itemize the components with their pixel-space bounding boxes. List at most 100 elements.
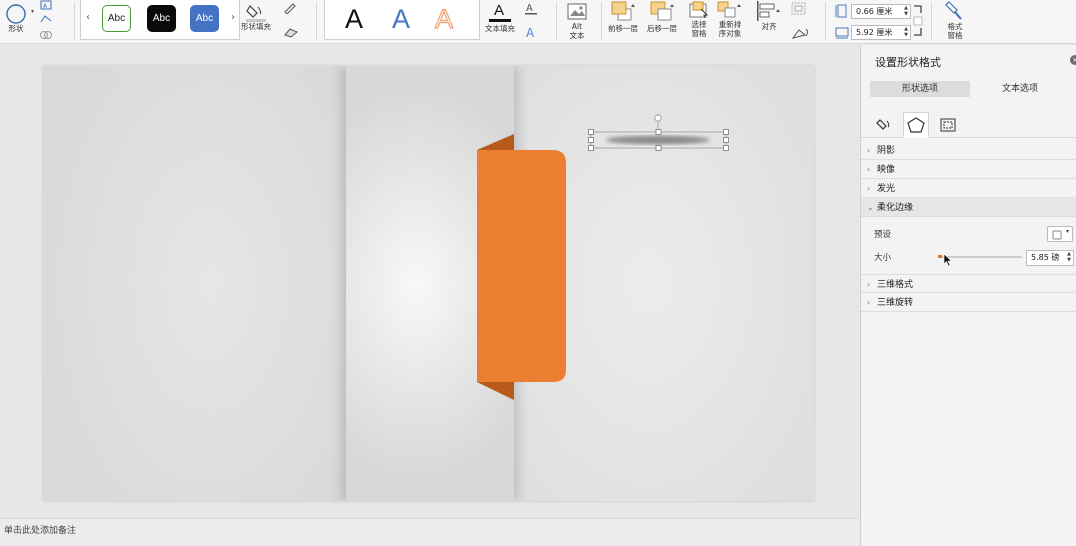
paint-bucket-icon xyxy=(876,119,890,130)
text-outline-button[interactable]: A xyxy=(524,1,538,18)
format-brush-icon xyxy=(945,1,962,20)
pentagon-icon xyxy=(907,117,925,133)
size-properties-tab[interactable] xyxy=(935,112,961,138)
textbox-button[interactable]: A xyxy=(40,0,52,13)
fill-line-tab[interactable] xyxy=(871,112,897,138)
width-stepper-icon[interactable]: ▲ ▼ xyxy=(904,26,908,38)
resize-handle-ne[interactable] xyxy=(723,129,729,135)
notes-area[interactable]: 单击此处添加备注 xyxy=(0,518,859,546)
shape-outline-button[interactable] xyxy=(283,2,299,17)
wordart-style-orange[interactable]: A xyxy=(434,3,453,35)
pane-title: 设置形状格式 xyxy=(875,56,941,69)
size-properties-icon xyxy=(940,118,956,132)
selection-pane-button[interactable]: 选择 窗格 xyxy=(688,0,710,38)
size-value: 5.85 磅 xyxy=(1031,253,1060,262)
close-icon[interactable]: × xyxy=(1070,55,1076,65)
shapes-label: 形状 xyxy=(8,24,24,33)
resize-handle-nw[interactable] xyxy=(588,129,594,135)
shapes-button[interactable]: 形状 xyxy=(4,2,28,33)
rotate-icon xyxy=(791,28,808,39)
section-3d-format[interactable]: › 三维格式 xyxy=(861,274,1076,293)
section-glow-label: 发光 xyxy=(877,184,896,194)
slide-canvas[interactable] xyxy=(43,66,814,501)
format-shape-pane: 设置形状格式 × 形状选项 文本选项 › 阴影 › 映像 › 发光 ⌄ 柔化边缘 预设 … xyxy=(860,45,1076,546)
resize-handle-e[interactable] xyxy=(723,137,729,143)
shape-style-black[interactable]: Abc xyxy=(147,5,176,32)
rotation-handle-icon[interactable] xyxy=(654,114,662,122)
tab-bottom-fold[interactable] xyxy=(477,382,514,400)
text-fill-button[interactable]: A 文本填充 xyxy=(485,0,515,33)
crop-corner-bottom-icon[interactable] xyxy=(913,27,923,37)
height-input[interactable]: 0.66 厘米 ▲ ▼ xyxy=(851,4,911,19)
size-input[interactable]: 5.85 磅 ▲ ▼ xyxy=(1026,250,1074,266)
shapes-dropdown-icon[interactable]: ▾ xyxy=(31,8,34,15)
section-soft-edges-label: 柔化边缘 xyxy=(877,203,914,213)
send-backward-label: 后移一层 xyxy=(647,24,677,33)
tab-top-fold[interactable] xyxy=(477,134,514,150)
slide-work-area xyxy=(0,45,859,518)
shape-style-outline[interactable]: Abc xyxy=(102,5,131,32)
effects-icon xyxy=(284,28,298,38)
alt-text-button[interactable]: Alt 文本 xyxy=(566,2,588,40)
svg-text:A: A xyxy=(526,26,535,39)
bring-forward-button[interactable]: 前移一层 xyxy=(608,0,638,33)
section-reflection[interactable]: › 映像 xyxy=(861,160,1076,179)
resize-handle-w[interactable] xyxy=(588,137,594,143)
section-glow[interactable]: › 发光 xyxy=(861,179,1076,198)
shape-fill-button[interactable]: 形状填充 xyxy=(241,2,271,31)
reorder-objects-button[interactable]: 重新排 序对象 xyxy=(716,0,744,38)
resize-handle-s[interactable] xyxy=(655,145,662,151)
wordart-style-blue[interactable]: A xyxy=(392,3,410,35)
size-stepper-icon[interactable]: ▲ ▼ xyxy=(1067,251,1071,263)
tab-shape-options[interactable]: 形状选项 xyxy=(870,81,970,97)
text-outline-icon: A xyxy=(525,3,537,15)
resize-handle-sw[interactable] xyxy=(588,145,594,151)
chevron-right-icon: › xyxy=(867,280,871,289)
preset-dropdown[interactable]: ▾ xyxy=(1047,226,1073,242)
group-icon xyxy=(791,2,806,15)
shape-effects-button[interactable] xyxy=(283,26,299,41)
bring-forward-label: 前移一层 xyxy=(608,24,638,33)
wordart-style-black[interactable]: A xyxy=(345,3,363,35)
resize-handle-n[interactable] xyxy=(655,129,662,135)
height-value: 0.66 厘米 xyxy=(856,7,893,16)
blurred-shadow-ellipse[interactable] xyxy=(606,135,710,145)
shape-circle-icon xyxy=(6,4,26,24)
size-slider-thumb[interactable] xyxy=(938,252,942,262)
mouse-cursor-icon xyxy=(943,253,953,267)
section-reflection-label: 映像 xyxy=(877,165,896,175)
left-panel-shape[interactable] xyxy=(43,66,346,501)
size-label: 大小 xyxy=(874,253,892,263)
width-icon xyxy=(835,27,849,39)
edit-points-icon xyxy=(40,15,52,23)
section-shadow[interactable]: › 阴影 xyxy=(861,141,1076,160)
text-effects-button[interactable]: A xyxy=(524,25,538,42)
notes-placeholder: 单击此处添加备注 xyxy=(4,526,77,536)
crop-corner-icon[interactable] xyxy=(913,5,923,15)
shape-style-blue[interactable]: Abc xyxy=(190,5,219,32)
width-input[interactable]: 5.92 厘米 ▲ ▼ xyxy=(851,25,911,40)
group-button[interactable] xyxy=(791,2,807,19)
rotate-button[interactable] xyxy=(791,26,811,43)
selection-pane-label-1: 选择 xyxy=(691,20,707,29)
effects-tab[interactable] xyxy=(903,112,929,138)
svg-text:A: A xyxy=(526,3,533,14)
lock-aspect-icon[interactable] xyxy=(913,16,923,26)
merge-shapes-button[interactable] xyxy=(40,30,52,43)
section-3d-rotation[interactable]: › 三维旋转 xyxy=(861,293,1076,312)
height-stepper-icon[interactable]: ▲ ▼ xyxy=(904,5,908,17)
tab-text-options[interactable]: 文本选项 xyxy=(970,81,1070,97)
edit-shape-button[interactable] xyxy=(40,14,52,27)
resize-handle-se[interactable] xyxy=(723,145,729,151)
send-backward-button[interactable]: 后移一层 xyxy=(647,0,677,33)
format-pane-button[interactable]: 格式 窗格 xyxy=(943,0,967,40)
reorder-label-1: 重新排 xyxy=(718,20,742,29)
orange-tab-shape[interactable] xyxy=(477,150,566,382)
shape-styles-gallery: ‹ Abc Abc Abc › xyxy=(80,0,240,40)
align-button[interactable]: 对齐 xyxy=(755,0,783,31)
width-value: 5.92 厘米 xyxy=(856,28,893,37)
styles-prev-icon[interactable]: ‹ xyxy=(86,12,90,23)
section-soft-edges[interactable]: ⌄ 柔化边缘 xyxy=(861,198,1076,217)
styles-next-icon[interactable]: › xyxy=(231,12,235,23)
chevron-right-icon: › xyxy=(867,184,871,193)
